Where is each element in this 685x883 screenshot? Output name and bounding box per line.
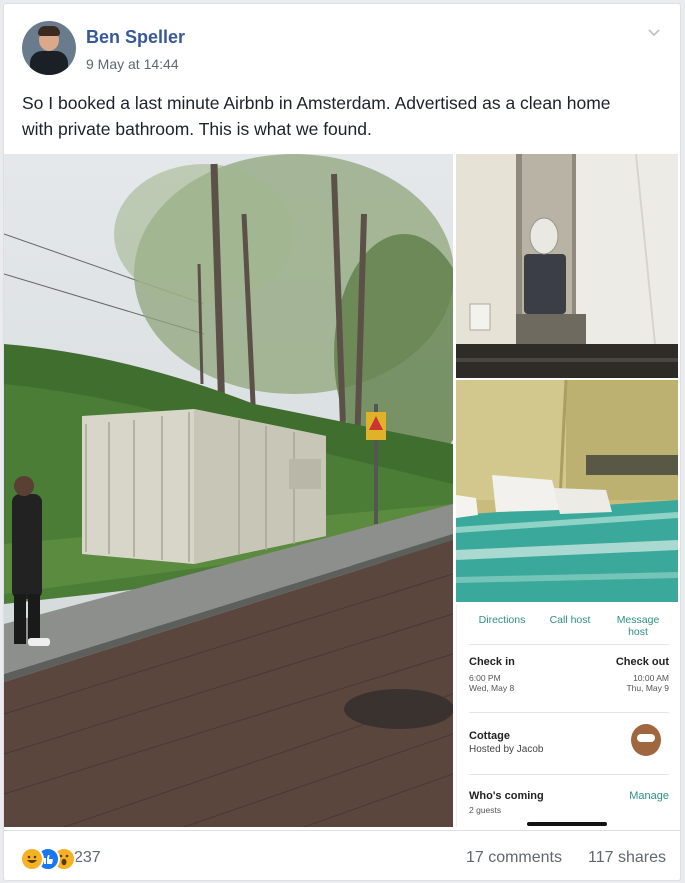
photo-booking-screenshot[interactable]: Directions Call host Message host Check … [456, 604, 679, 827]
check-out-block: Check out 10:00 AM Thu, May 9 [469, 656, 669, 693]
photo-bed[interactable] [456, 380, 678, 602]
photo-bathroom[interactable] [456, 154, 678, 378]
check-out-time: 10:00 AM [633, 673, 669, 683]
post-card: Ben Speller 9 May at 14:44 So I booked a… [3, 3, 681, 881]
check-out-date: Thu, May 9 [626, 683, 669, 693]
call-host-action: Call host [549, 614, 591, 626]
check-out-label: Check out [615, 656, 669, 668]
avatar[interactable] [22, 21, 76, 75]
divider [469, 644, 669, 645]
post-text: So I booked a last minute Airbnb in Amst… [22, 93, 611, 139]
post-footer: 237 17 comments 117 shares [4, 830, 680, 881]
divider [18, 880, 666, 881]
message-host-action: Message host [616, 614, 660, 638]
author-name[interactable]: Ben Speller [86, 27, 185, 48]
shares-count[interactable]: 117 shares [588, 849, 666, 867]
haha-reaction-icon [20, 847, 44, 871]
home-indicator [527, 822, 607, 826]
comments-count[interactable]: 17 comments [466, 849, 562, 867]
divider [469, 774, 669, 775]
guest-count: 2 guests [469, 805, 502, 815]
chevron-down-icon[interactable] [646, 24, 662, 40]
manage-link: Manage [629, 790, 669, 802]
reaction-count[interactable]: 237 [74, 849, 101, 867]
divider [469, 712, 669, 713]
host-avatar [631, 724, 661, 756]
post-timestamp[interactable]: 9 May at 14:44 [86, 56, 179, 72]
photo-container-street[interactable] [4, 154, 453, 827]
directions-action: Directions [478, 614, 526, 626]
